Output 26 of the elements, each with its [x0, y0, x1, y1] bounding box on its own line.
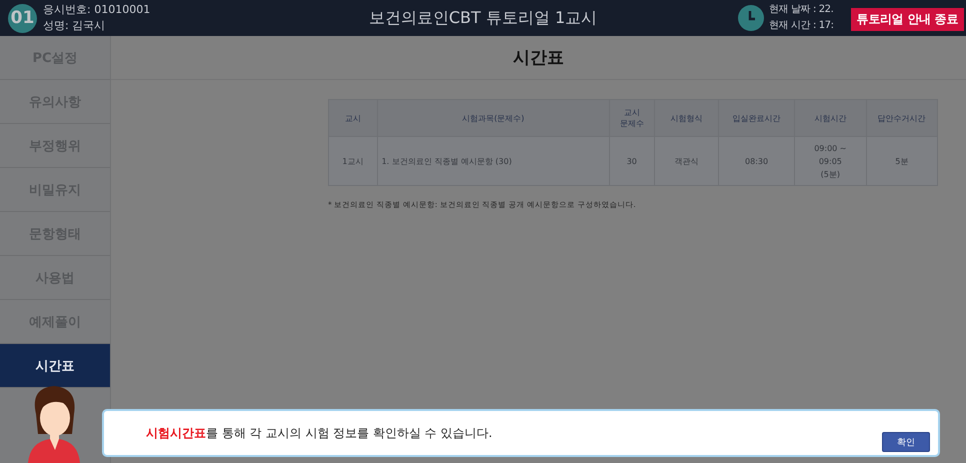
- column-header: 답안수거시간: [866, 100, 938, 136]
- clock-icon: [738, 5, 764, 31]
- table-cell: 5분: [866, 136, 938, 186]
- confirm-button[interactable]: 확인: [882, 432, 930, 452]
- column-header: 교시: [328, 100, 378, 136]
- table-cell: 1교시: [328, 136, 378, 186]
- table-cell: 객관식: [654, 136, 718, 186]
- column-header: 교시 문제수: [609, 100, 654, 136]
- sidebar-item[interactable]: 시간표: [0, 344, 110, 388]
- end-tutorial-button[interactable]: 튜토리얼 안내 종료: [850, 8, 964, 31]
- exam-number-badge: 01: [8, 4, 37, 32]
- candidate-name: 성명: 김국시: [43, 18, 106, 34]
- table-cell: 08:30: [718, 136, 795, 186]
- table-cell: 1. 보건의료인 직종별 예시문항 (30): [377, 136, 610, 186]
- column-header: 시험시간: [794, 100, 866, 136]
- current-date: 현재 날짜 : 22.: [769, 3, 834, 17]
- table-cell: 30: [609, 136, 654, 186]
- popup-message: 시험시간표를 통해 각 교시의 시험 정보를 확인하실 수 있습니다.: [146, 424, 492, 442]
- page-title: 시간표: [513, 47, 564, 69]
- table-cell: 09:00 ~ 09:05 (5분): [794, 136, 866, 186]
- column-header: 입실완료시간: [718, 100, 795, 136]
- current-time: 현재 시간 : 17:: [769, 19, 834, 33]
- exam-number: 응시번호: 01010001: [43, 2, 150, 18]
- column-header: 시험형식: [654, 100, 718, 136]
- window-title: 보건의료인CBT 튜토리얼 1교시: [368, 8, 598, 26]
- column-header: 시험과목(문제수): [377, 100, 610, 136]
